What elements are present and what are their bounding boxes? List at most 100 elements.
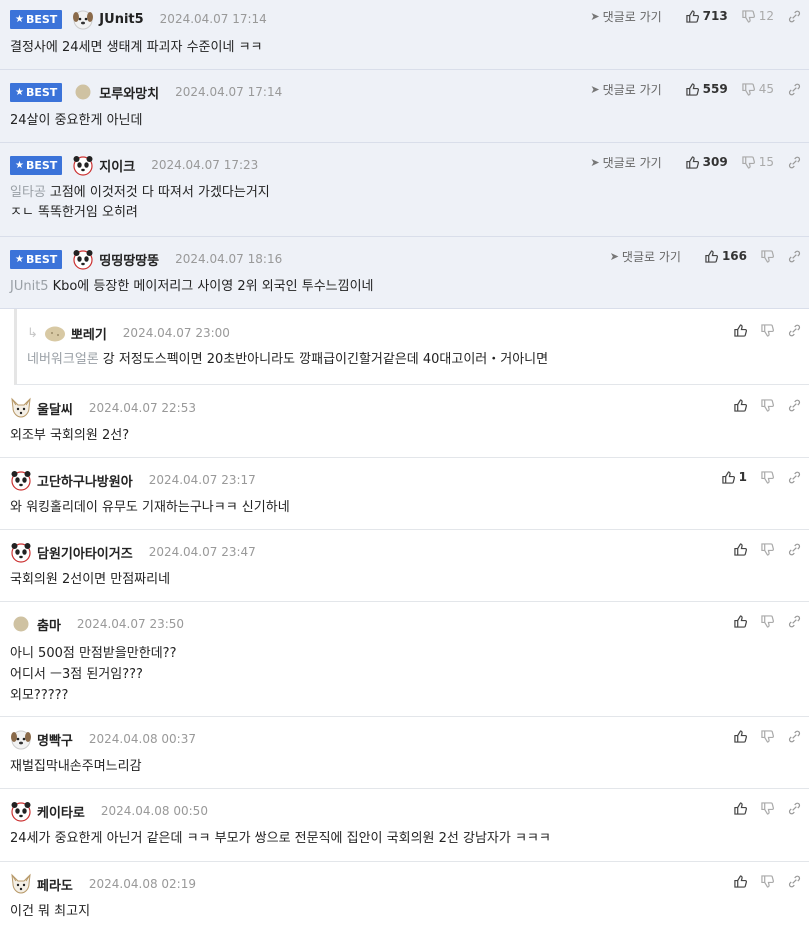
upvote-button[interactable] [734, 874, 747, 888]
share-button[interactable] [788, 83, 801, 96]
goto-reply-link[interactable]: ➤ 댓글로 가기 [590, 154, 661, 171]
share-button[interactable] [788, 471, 801, 484]
dog-avatar-icon [11, 730, 31, 750]
nickname[interactable]: 명빡구 [37, 730, 73, 749]
panda-avatar-icon [11, 802, 31, 822]
goto-reply-link[interactable]: ➤ 댓글로 가기 [610, 248, 681, 265]
comment-actions [720, 798, 801, 818]
send-arrow-icon: ➤ [609, 249, 619, 263]
upvote-button[interactable] [734, 801, 747, 815]
mention-nick[interactable]: 네버워크얼론 [27, 352, 99, 367]
share-button[interactable] [788, 324, 801, 337]
timestamp: 2024.04.07 17:14 [175, 85, 283, 99]
nickname[interactable]: 띵띵땅땅뚱 [99, 250, 159, 269]
thumbs-up-icon [734, 729, 747, 743]
thumbs-up-icon [734, 542, 747, 556]
nickname[interactable]: 지이크 [99, 156, 135, 175]
thumbs-down-icon [742, 82, 755, 96]
thumbs-up-icon [734, 874, 747, 888]
downvote-button[interactable] [761, 398, 774, 412]
comment-actions [720, 611, 801, 631]
link-icon [788, 802, 801, 814]
reply-arrow-icon: ↳ [27, 325, 38, 341]
panda-avatar-icon [73, 250, 93, 270]
comment-meta: 고단하구나방원아 2024.04.07 23:17 [10, 469, 256, 491]
nickname[interactable]: 춤마 [37, 615, 61, 634]
comment-text: 이건 뭐 최고지 [10, 904, 91, 919]
mention-nick[interactable]: JUnit5 [10, 279, 49, 294]
nickname[interactable]: 울달씨 [37, 399, 73, 418]
best-badge: ★ BEST [10, 9, 63, 29]
comment-meta: ★ BEST 모루와망치 2024.04.07 17:14 [10, 81, 282, 103]
comment-meta: 케이타로 2024.04.08 00:50 [10, 800, 208, 822]
thumbs-up-icon [734, 614, 747, 628]
best-badge: ★ BEST [10, 249, 63, 269]
share-button[interactable] [788, 10, 801, 23]
nickname[interactable]: 케이타로 [37, 802, 85, 821]
thumbs-down-icon [761, 470, 774, 484]
downvote-button[interactable] [761, 874, 774, 888]
share-button[interactable] [788, 156, 801, 169]
comment-meta: ★ BEST 띵띵땅땅뚱 2024.04.07 18:16 [10, 248, 282, 270]
nickname[interactable]: 모루와망치 [99, 83, 159, 102]
downvote-button[interactable] [761, 542, 774, 556]
upvote-button[interactable] [734, 729, 747, 743]
share-button[interactable] [788, 875, 801, 888]
nickname[interactable]: JUnit5 [99, 12, 143, 27]
send-arrow-icon: ➤ [590, 9, 600, 23]
share-button[interactable] [788, 730, 801, 743]
share-button[interactable] [788, 543, 801, 556]
nickname[interactable]: 뽀레기 [71, 324, 107, 343]
upvote-button[interactable]: 309 [685, 155, 728, 169]
link-icon [788, 615, 801, 627]
thumbs-down-icon [742, 155, 755, 169]
share-button[interactable] [788, 615, 801, 628]
thumbs-down-icon [742, 9, 755, 23]
reply-comment: ↳ 뽀레기 2024.04.07 23:00 네버워크얼론 강 저정도스펙이면 2… [14, 309, 809, 385]
upvote-button[interactable]: 559 [685, 82, 728, 96]
comment: 고단하구나방원아 2024.04.07 23:17 와 워킹홀리데이 유무도 기… [0, 458, 809, 530]
panda-avatar-icon [73, 156, 93, 176]
downvote-button[interactable] [761, 470, 774, 484]
downvote-button[interactable]: 15 [742, 155, 774, 169]
upvote-button[interactable] [734, 542, 747, 556]
downvote-button[interactable] [761, 729, 774, 743]
nickname[interactable]: 담원기아타이거즈 [37, 543, 133, 562]
comment-meta: 명빡구 2024.04.08 00:37 [10, 728, 196, 750]
goto-reply-link[interactable]: ➤ 댓글로 가기 [590, 81, 661, 98]
downvote-button[interactable] [761, 614, 774, 628]
nickname[interactable]: 고단하구나방원아 [37, 471, 133, 490]
thumbs-up-icon [734, 323, 747, 337]
upvote-button[interactable]: 166 [705, 249, 747, 263]
link-icon [788, 399, 801, 411]
nickname[interactable]: 페라도 [37, 875, 73, 894]
thumbs-down-icon [761, 398, 774, 412]
downvote-button[interactable] [761, 323, 774, 337]
upvote-button[interactable]: 1 [721, 470, 747, 484]
share-button[interactable] [788, 250, 801, 263]
comment-actions [720, 395, 801, 415]
upvote-button[interactable]: 713 [685, 9, 728, 23]
upvote-button[interactable] [734, 614, 747, 628]
downvote-button[interactable] [761, 249, 774, 263]
star-icon: ★ [15, 253, 24, 265]
best-badge: ★ BEST [10, 155, 63, 175]
best-badge: ★ BEST [10, 82, 63, 102]
star-icon: ★ [15, 86, 24, 98]
comment-actions [720, 726, 801, 746]
downvote-button[interactable] [761, 801, 774, 815]
mention-nick[interactable]: 일타공 [10, 185, 46, 200]
downvote-button[interactable]: 45 [742, 82, 774, 96]
downvote-button[interactable]: 12 [742, 9, 774, 23]
share-button[interactable] [788, 399, 801, 412]
goto-reply-link[interactable]: ➤ 댓글로 가기 [590, 8, 661, 25]
comment-text: 재벌집막내손주며느리감 [10, 759, 142, 774]
share-button[interactable] [788, 802, 801, 815]
upvote-button[interactable] [734, 323, 747, 337]
link-icon [788, 730, 801, 742]
upvote-button[interactable] [734, 398, 747, 412]
comment: 케이타로 2024.04.08 00:50 24세가 중요한게 아닌거 같은데 … [0, 789, 809, 862]
fox-avatar-icon [11, 397, 31, 418]
timestamp: 2024.04.07 17:14 [159, 12, 267, 26]
star-icon: ★ [15, 13, 24, 25]
